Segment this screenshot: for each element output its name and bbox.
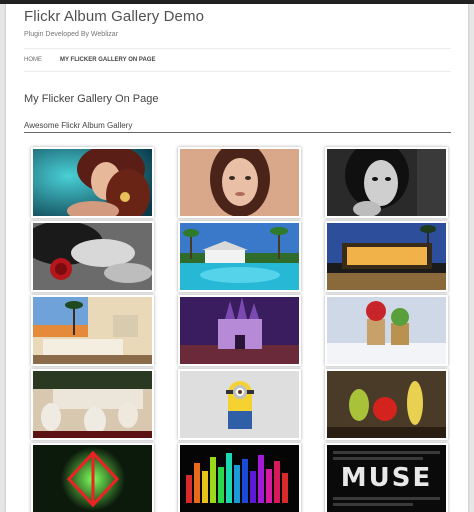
woman-red-rose-photo	[33, 223, 152, 290]
muse-typography-photo: MUSE	[327, 445, 446, 512]
gallery-thumb-15[interactable]: MUSE	[325, 443, 448, 512]
gallery-thumb-1[interactable]	[31, 147, 154, 218]
woman-teal-photo	[33, 149, 152, 216]
gallery-thumb-12[interactable]	[325, 369, 448, 440]
woman-bw-photo	[327, 149, 446, 216]
site-title[interactable]: Flickr Album Gallery Demo	[24, 8, 204, 25]
pug-dogs-photo	[33, 371, 152, 438]
gallery-thumb-6[interactable]	[325, 221, 448, 292]
resort-pool-photo	[180, 223, 299, 290]
gallery-thumb-9[interactable]	[325, 295, 448, 366]
site-description: Plugin Developed By Weblizar	[24, 31, 119, 38]
minion-photo	[180, 371, 299, 438]
gallery-divider	[24, 132, 451, 133]
page-container: Flickr Album Gallery Demo Plugin Develop…	[6, 4, 468, 512]
living-room-photo	[33, 297, 152, 364]
castle-night-photo	[180, 297, 299, 364]
green-logo-photo	[33, 445, 152, 512]
gallery-thumb-11[interactable]	[178, 369, 301, 440]
gallery-thumb-7[interactable]	[31, 295, 154, 366]
gallery-title: Awesome Flickr Album Gallery	[24, 121, 133, 130]
muse-text: MUSE	[340, 463, 433, 493]
album-gallery: MUSE	[24, 142, 451, 512]
gallery-thumb-13[interactable]	[31, 443, 154, 512]
gallery-thumb-5[interactable]	[178, 221, 301, 292]
main-navigation: HOME MY FLICKER GALLERY ON PAGE	[24, 48, 451, 72]
woman-portrait-photo	[180, 149, 299, 216]
gallery-thumb-8[interactable]	[178, 295, 301, 366]
page-title: My Flicker Gallery On Page	[24, 93, 159, 105]
gallery-thumb-10[interactable]	[31, 369, 154, 440]
gallery-thumb-14[interactable]	[178, 443, 301, 512]
gallery-thumb-2[interactable]	[178, 147, 301, 218]
nav-item-home[interactable]: HOME	[24, 57, 42, 63]
gallery-thumb-4[interactable]	[31, 221, 154, 292]
nav-item-my-flicker-gallery[interactable]: MY FLICKER GALLERY ON PAGE	[60, 57, 155, 63]
gallery-thumb-3[interactable]	[325, 147, 448, 218]
cupcake-figures-photo	[327, 297, 446, 364]
house-night-photo	[327, 223, 446, 290]
equalizer-bars-photo	[180, 445, 299, 512]
fruit-characters-photo	[327, 371, 446, 438]
